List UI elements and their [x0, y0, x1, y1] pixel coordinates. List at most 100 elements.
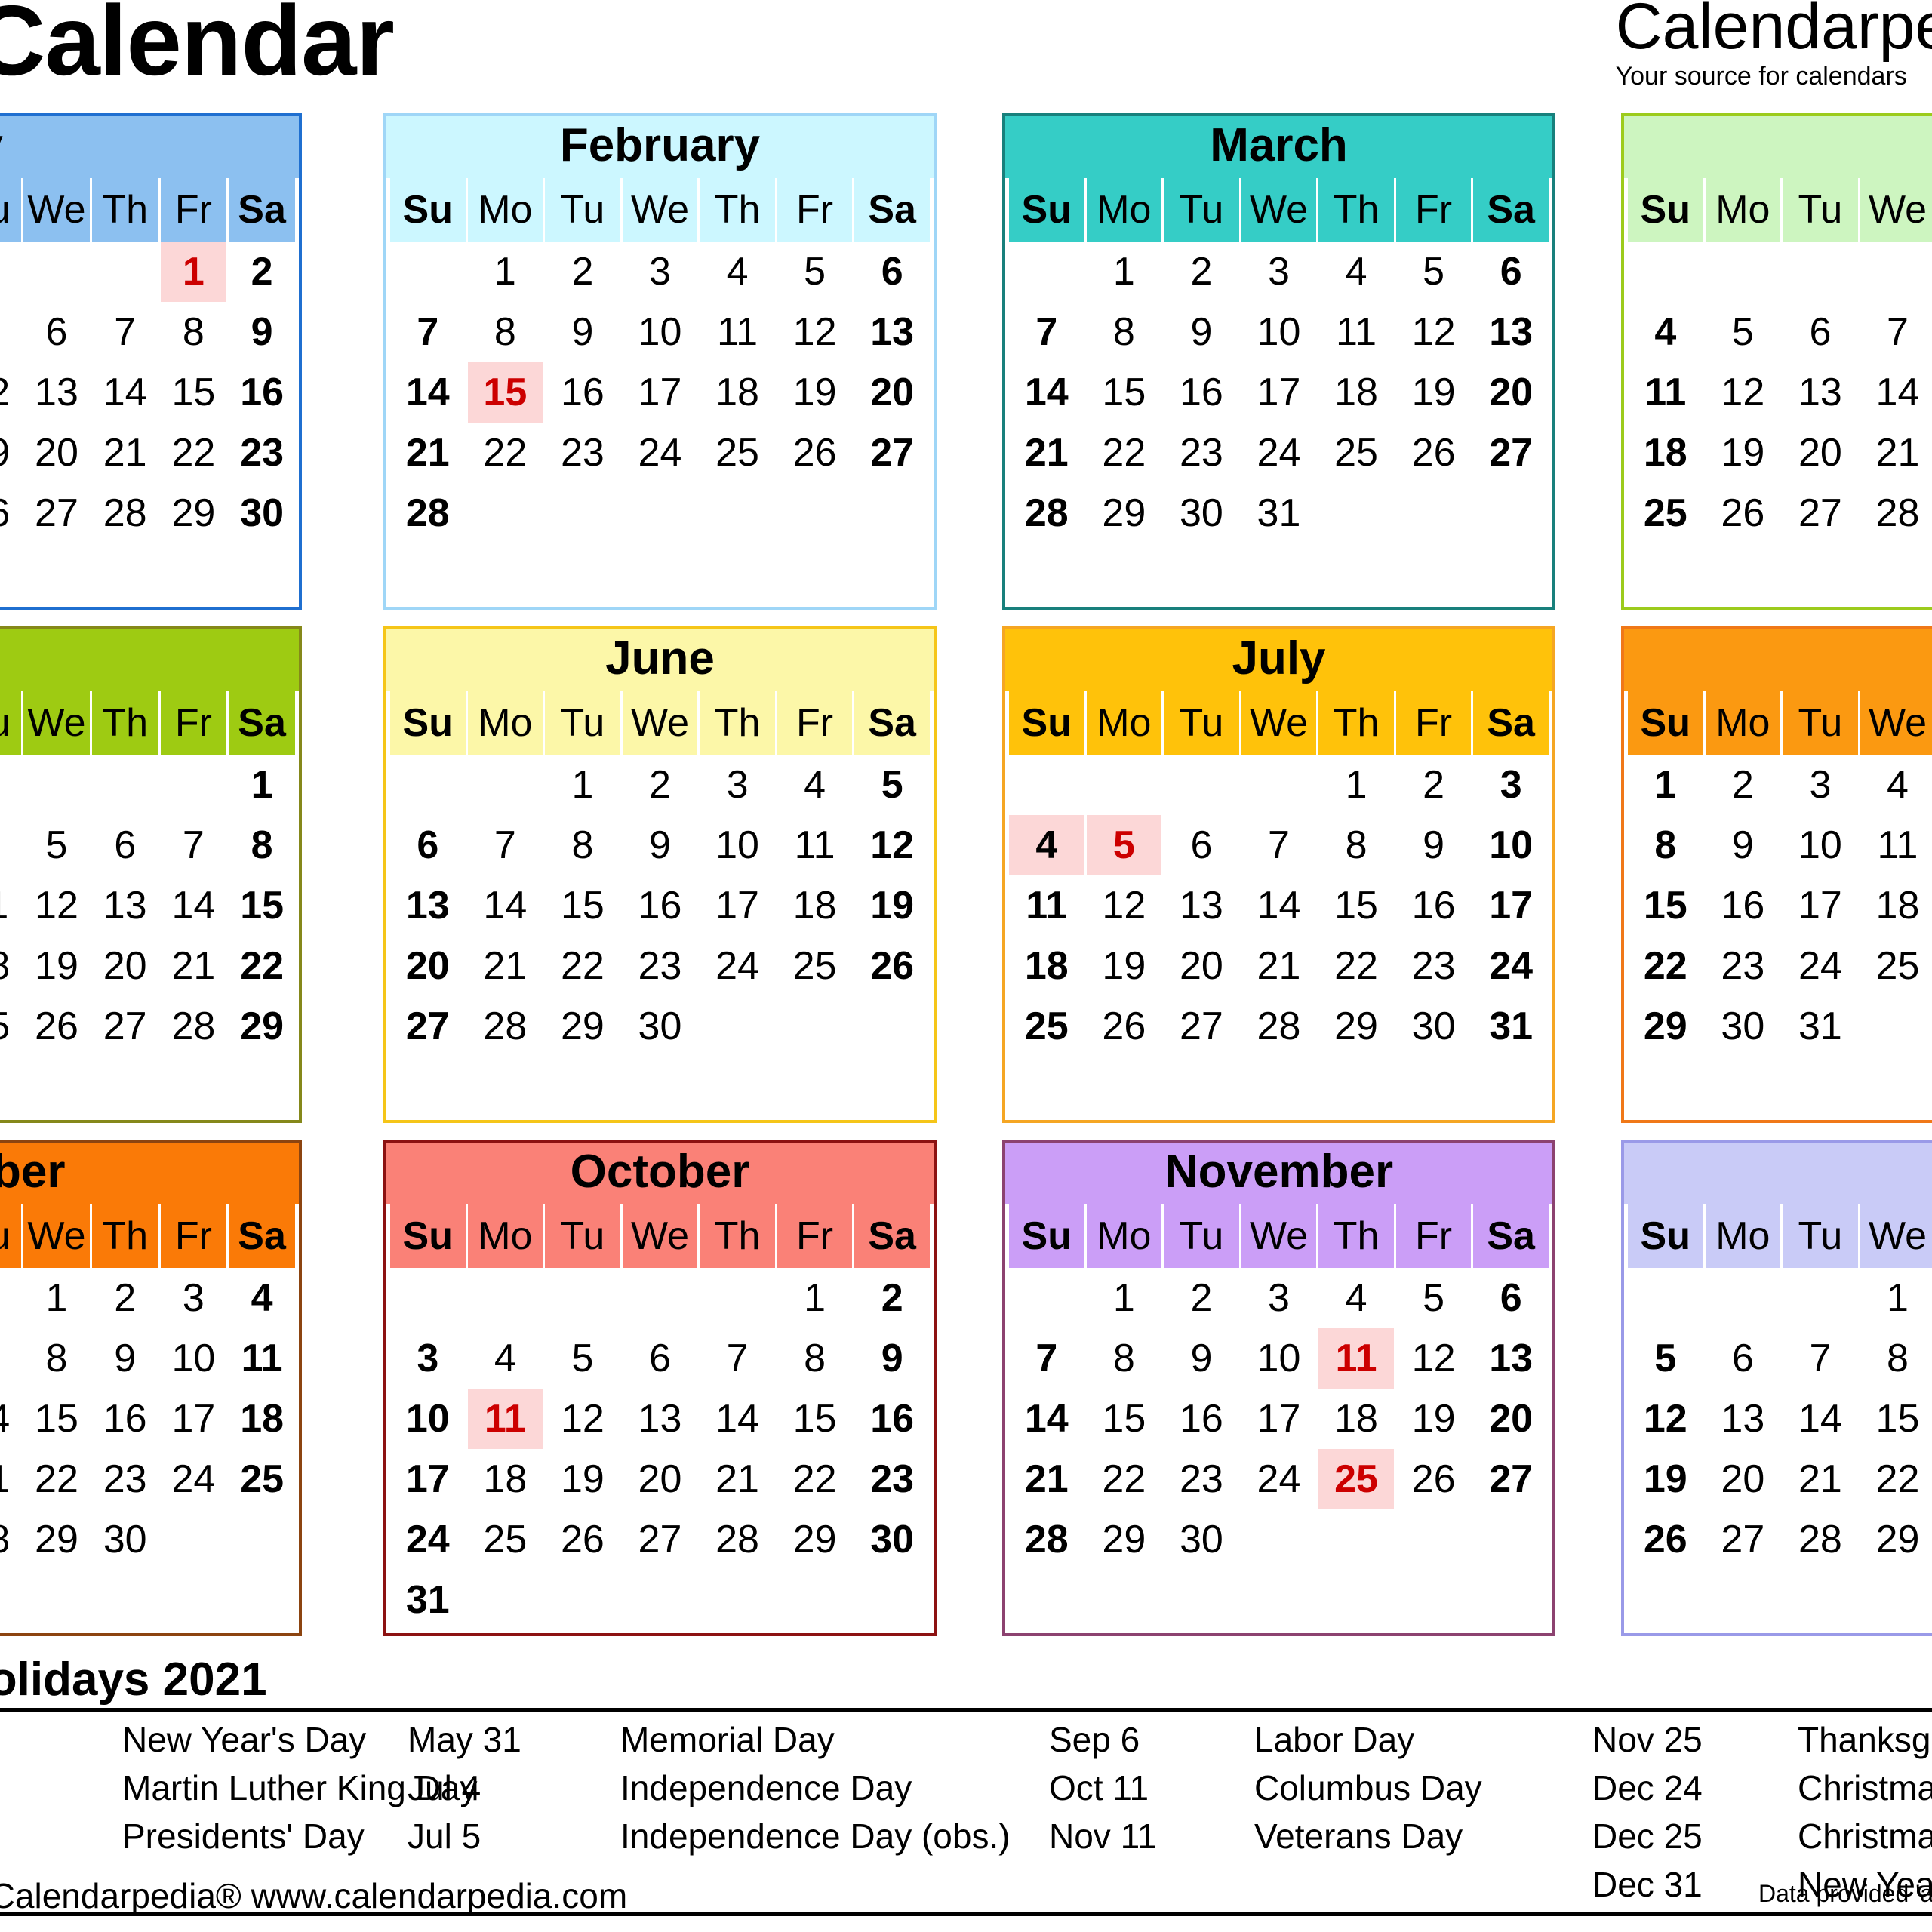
day-cell[interactable]: 3	[1783, 755, 1858, 815]
day-cell[interactable]: 27	[1706, 1509, 1781, 1570]
day-cell[interactable]: 6	[854, 242, 930, 302]
day-cell[interactable]: 26	[1396, 1449, 1472, 1509]
day-cell[interactable]: 9	[1164, 302, 1239, 362]
day-cell[interactable]: 20	[1706, 1449, 1781, 1509]
day-cell[interactable]: 3	[161, 1268, 227, 1328]
day-cell[interactable]: 16	[1164, 1389, 1239, 1449]
day-cell[interactable]: 16	[1396, 875, 1472, 936]
day-cell[interactable]: 14	[92, 362, 158, 423]
day-cell[interactable]: 4	[468, 1328, 543, 1389]
day-cell[interactable]: 24	[161, 1449, 227, 1509]
day-cell[interactable]: 15	[161, 362, 227, 423]
day-cell[interactable]: 10	[161, 1328, 227, 1389]
day-cell[interactable]: 12	[1396, 1328, 1472, 1389]
day-cell[interactable]: 13	[390, 875, 466, 936]
day-cell[interactable]: 7	[1009, 302, 1084, 362]
day-cell[interactable]: 14	[0, 1389, 21, 1449]
day-cell[interactable]: 29	[1318, 996, 1394, 1057]
day-cell[interactable]: 5	[545, 1328, 620, 1389]
day-cell[interactable]: 30	[229, 483, 295, 543]
day-cell[interactable]: 14	[390, 362, 466, 423]
day-cell[interactable]: 22	[468, 423, 543, 483]
day-cell[interactable]: 21	[1009, 1449, 1084, 1509]
day-cell[interactable]: 22	[161, 423, 227, 483]
day-cell[interactable]: 24	[1241, 1449, 1317, 1509]
day-cell[interactable]: 4	[777, 755, 853, 815]
day-cell[interactable]: 18	[1628, 423, 1703, 483]
day-cell[interactable]: 29	[1628, 996, 1703, 1057]
day-cell[interactable]: 12	[777, 302, 853, 362]
day-cell[interactable]: 29	[161, 483, 227, 543]
day-cell[interactable]: 20	[1783, 423, 1858, 483]
day-cell[interactable]: 30	[1164, 1509, 1239, 1570]
day-cell[interactable]: 22	[1087, 423, 1162, 483]
day-cell[interactable]: 17	[1241, 1389, 1317, 1449]
day-cell[interactable]: 22	[1318, 936, 1394, 996]
day-cell[interactable]: 1	[777, 1268, 853, 1328]
day-cell[interactable]: 12	[1087, 875, 1162, 936]
day-cell[interactable]: 9	[229, 302, 295, 362]
day-cell[interactable]: 21	[1860, 423, 1932, 483]
day-cell[interactable]: 4	[1628, 302, 1703, 362]
day-cell[interactable]: 8	[23, 1328, 90, 1389]
day-cell[interactable]: 21	[1241, 936, 1317, 996]
day-cell[interactable]: 8	[161, 302, 227, 362]
day-cell[interactable]: 14	[161, 875, 227, 936]
day-cell[interactable]: 22	[1628, 936, 1703, 996]
day-cell[interactable]: 8	[1318, 815, 1394, 875]
day-cell[interactable]: 10	[623, 302, 698, 362]
day-cell[interactable]: 7	[1783, 1328, 1858, 1389]
day-cell[interactable]: 1	[23, 1268, 90, 1328]
day-cell[interactable]: 18	[229, 1389, 295, 1449]
day-cell[interactable]: 27	[390, 996, 466, 1057]
day-cell[interactable]: 29	[1087, 483, 1162, 543]
day-cell[interactable]: 25	[0, 996, 21, 1057]
day-cell[interactable]: 27	[854, 423, 930, 483]
day-cell[interactable]: 30	[854, 1509, 930, 1570]
day-cell[interactable]: 11	[1318, 1328, 1394, 1389]
day-cell[interactable]: 19	[23, 936, 90, 996]
day-cell[interactable]: 21	[468, 936, 543, 996]
day-cell[interactable]: 9	[1396, 815, 1472, 875]
day-cell[interactable]: 11	[1628, 362, 1703, 423]
day-cell[interactable]: 13	[1473, 1328, 1549, 1389]
day-cell[interactable]: 3	[1241, 242, 1317, 302]
day-cell[interactable]: 24	[623, 423, 698, 483]
day-cell[interactable]: 25	[229, 1449, 295, 1509]
day-cell[interactable]: 15	[23, 1389, 90, 1449]
day-cell[interactable]: 13	[1473, 302, 1549, 362]
day-cell[interactable]: 23	[545, 423, 620, 483]
day-cell[interactable]: 12	[0, 362, 21, 423]
day-cell[interactable]: 17	[390, 1449, 466, 1509]
day-cell[interactable]: 6	[1164, 815, 1239, 875]
day-cell[interactable]: 30	[1164, 483, 1239, 543]
day-cell[interactable]: 25	[1628, 483, 1703, 543]
day-cell[interactable]: 10	[1783, 815, 1858, 875]
day-cell[interactable]: 18	[700, 362, 775, 423]
day-cell[interactable]: 15	[467, 362, 543, 423]
day-cell[interactable]: 14	[1009, 362, 1084, 423]
day-cell[interactable]: 7	[0, 1328, 21, 1389]
day-cell[interactable]: 13	[1164, 875, 1239, 936]
day-cell[interactable]: 2	[1706, 755, 1781, 815]
day-cell[interactable]: 8	[1087, 302, 1162, 362]
day-cell[interactable]: 20	[390, 936, 466, 996]
day-cell[interactable]: 25	[700, 423, 775, 483]
day-cell[interactable]: 27	[623, 1509, 698, 1570]
day-cell[interactable]: 26	[1706, 483, 1781, 543]
day-cell[interactable]: 1	[1628, 755, 1703, 815]
day-cell[interactable]: 20	[1164, 936, 1239, 996]
day-cell[interactable]: 18	[777, 875, 853, 936]
day-cell[interactable]: 17	[1473, 875, 1549, 936]
day-cell[interactable]: 13	[623, 1389, 698, 1449]
day-cell[interactable]: 11	[0, 875, 21, 936]
day-cell[interactable]: 2	[854, 1268, 930, 1328]
day-cell[interactable]: 22	[1087, 1449, 1162, 1509]
day-cell[interactable]: 9	[623, 815, 698, 875]
day-cell[interactable]: 2	[92, 1268, 158, 1328]
day-cell[interactable]: 16	[854, 1389, 930, 1449]
day-cell[interactable]: 18	[1009, 936, 1084, 996]
day-cell[interactable]: 26	[545, 1509, 620, 1570]
day-cell[interactable]: 9	[92, 1328, 158, 1389]
day-cell[interactable]: 11	[467, 1389, 543, 1449]
